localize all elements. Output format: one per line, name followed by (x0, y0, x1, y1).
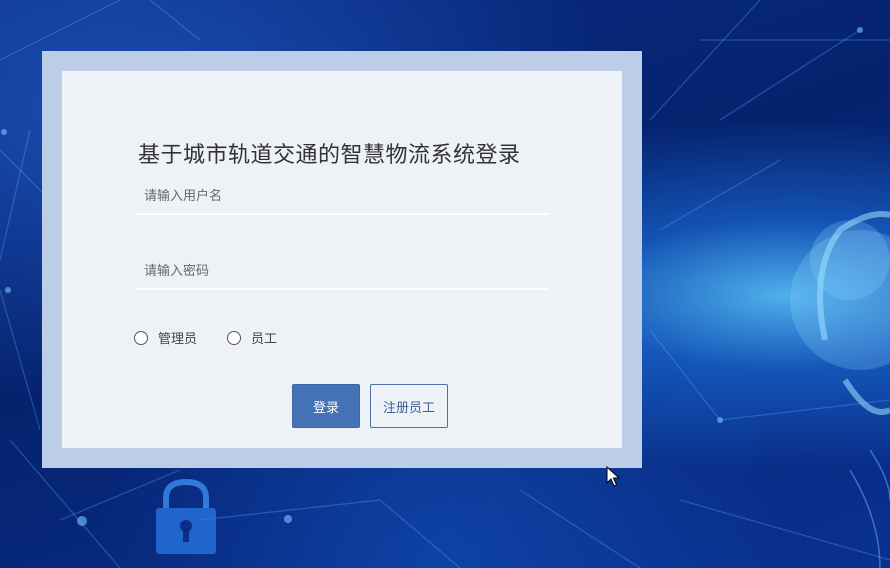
username-input[interactable] (135, 179, 549, 215)
role-selector: 管理员 员工 (134, 328, 307, 347)
login-button[interactable]: 登录 (292, 384, 360, 428)
password-input[interactable] (135, 254, 549, 290)
employee-radio[interactable] (227, 330, 242, 345)
admin-radio[interactable] (134, 330, 148, 345)
mouse-cursor-icon (606, 466, 620, 487)
padlock-icon (156, 478, 216, 554)
login-panel: 基于城市轨道交通的智慧物流系统登录 管理员 员工 登录 注册员工 (62, 71, 622, 448)
login-panel-frame: 基于城市轨道交通的智慧物流系统登录 管理员 员工 登录 注册员工 (42, 51, 642, 468)
admin-radio-label[interactable]: 管理员 (158, 328, 197, 347)
employee-radio-label[interactable]: 员工 (251, 328, 277, 347)
register-employee-button[interactable]: 注册员工 (370, 384, 448, 428)
login-title: 基于城市轨道交通的智慧物流系统登录 (138, 143, 521, 168)
